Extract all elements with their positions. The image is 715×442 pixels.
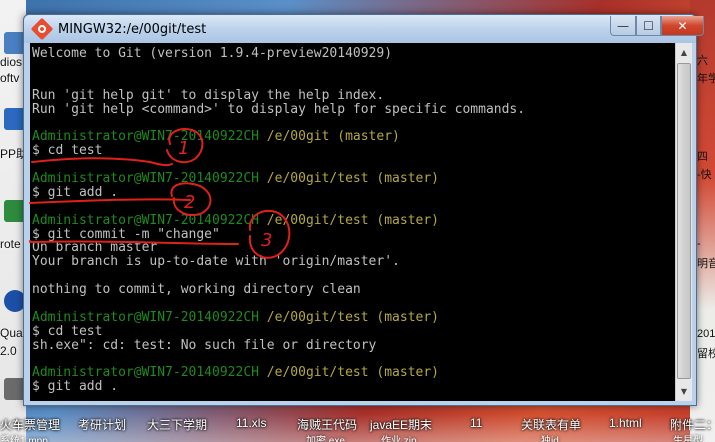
prompt-user: Administrator@WIN7-20140922CH — [32, 365, 259, 381]
vertical-scrollbar[interactable]: ▲ ▼ — [675, 43, 692, 401]
terminal-line: Run 'git help <command>' to display help… — [32, 101, 526, 117]
terminal-window[interactable]: MINGW32:/e/00git/test — ☐ ✕ Welcome to G… — [23, 14, 704, 406]
terminal-line: Welcome to Git (version 1.9.4-preview201… — [32, 46, 393, 61]
desktop-label: -快 — [697, 169, 712, 181]
desktop-label: 四 — [697, 151, 708, 163]
terminal-line: $ git commit -m "change" — [32, 226, 220, 242]
desktop-icon-label-line2: 作业.zip — [381, 436, 417, 442]
desktop-label: 2.0 — [0, 344, 17, 358]
desktop-icon-label[interactable]: 11 — [470, 416, 482, 430]
terminal-line: sh.exe": cd: test: No such file or direc… — [32, 337, 377, 353]
desktop-label: - — [697, 238, 701, 250]
scroll-up-icon[interactable]: ▲ — [676, 44, 692, 61]
desktop-label: 六 — [697, 55, 708, 67]
desktop-icon-label[interactable]: 火车票管理 — [0, 416, 60, 433]
terminal-line: Administrator@WIN7-20140922CH /e/00git (… — [32, 130, 675, 144]
prompt-user: Administrator@WIN7-20140922CH — [32, 309, 259, 325]
desktop-icon-label[interactable]: 11.xls — [236, 416, 266, 430]
desktop-icon-label[interactable]: 1.html — [609, 416, 642, 430]
terminal-line: Administrator@WIN7-20140922CH /e/00git/t… — [32, 212, 675, 228]
prompt-user: Administrator@WIN7-20140922CH — [32, 171, 259, 187]
terminal-line: Administrator@WIN7-20140922CH /e/00git/t… — [32, 172, 675, 186]
terminal-line: $ git add . — [32, 184, 119, 200]
terminal-line: Your branch is up-to-date with 'origin/m… — [32, 254, 400, 270]
maximize-button[interactable]: ☐ — [636, 16, 661, 36]
terminal-line: Administrator@WIN7-20140922CH /e/00git/t… — [32, 366, 675, 380]
desktop-label: 明音 — [697, 258, 715, 270]
prompt-path: /e/00git/test (master) — [258, 365, 439, 381]
desktop-label: 年学 — [697, 73, 715, 85]
desktop-label: 201 — [697, 328, 715, 340]
scrollbar-thumb[interactable] — [677, 63, 691, 379]
terminal-line: $ cd test — [32, 323, 103, 339]
desktop-icon-label[interactable]: 关联表有单 — [521, 416, 581, 433]
desktop-label: dios — [0, 55, 23, 69]
prompt-path: /e/00git/test (master) — [258, 171, 439, 187]
desktop-label: oftv — [0, 71, 20, 85]
desktop-icon-label[interactable]: javaEE期末 — [370, 416, 432, 433]
desktop-icon-label[interactable]: 大三下学期 — [147, 416, 207, 433]
close-button[interactable]: ✕ — [661, 16, 704, 36]
prompt-path: /e/00git (master) — [258, 129, 400, 145]
desktop-label: Qua — [0, 326, 23, 340]
desktop-icon-label[interactable]: 考研计划 — [78, 416, 126, 433]
terminal-line: Administrator@WIN7-20140922CH /e/00git/t… — [32, 309, 675, 325]
desktop-icon-label-line2: 加密.exe — [306, 436, 345, 442]
minimize-button[interactable]: — — [610, 16, 636, 36]
title-bar[interactable]: MINGW32:/e/00git/test — ☐ ✕ — [24, 15, 704, 43]
desktop-icon-label-line2: 系统1.mpp — [0, 436, 48, 442]
desktop-label: rote — [0, 237, 21, 251]
terminal-line: $ git add . — [32, 379, 119, 395]
prompt-path: /e/00git/test (master) — [258, 309, 439, 325]
window-title: MINGW32:/e/00git/test — [58, 22, 207, 37]
terminal-line: On branch master — [32, 240, 158, 256]
terminal-line: nothing to commit, working directory cle… — [32, 282, 361, 298]
scroll-down-icon[interactable]: ▼ — [676, 383, 692, 400]
prompt-user: Administrator@WIN7-20140922CH — [32, 212, 259, 228]
prompt-path: /e/00git/test (master) — [258, 212, 439, 228]
desktop-icon-label-line2: 生星型 — [673, 436, 703, 442]
desktop-label: PP助 — [0, 147, 24, 161]
desktop-label: 留校 — [697, 348, 715, 360]
git-icon — [30, 17, 54, 41]
terminal-line: Run 'git help git' to display the help i… — [32, 87, 385, 103]
desktop-icon-label[interactable]: 海贼王代码 — [297, 416, 357, 433]
terminal-output[interactable]: Welcome to Git (version 1.9.4-preview201… — [30, 43, 675, 401]
terminal-line: $ cd test — [32, 143, 103, 159]
desktop-icon-label[interactable]: 附件二： — [670, 416, 715, 433]
prompt-user: Administrator@WIN7-20140922CH — [32, 129, 259, 145]
desktop-icon-label-line2: 独id — [541, 436, 559, 442]
